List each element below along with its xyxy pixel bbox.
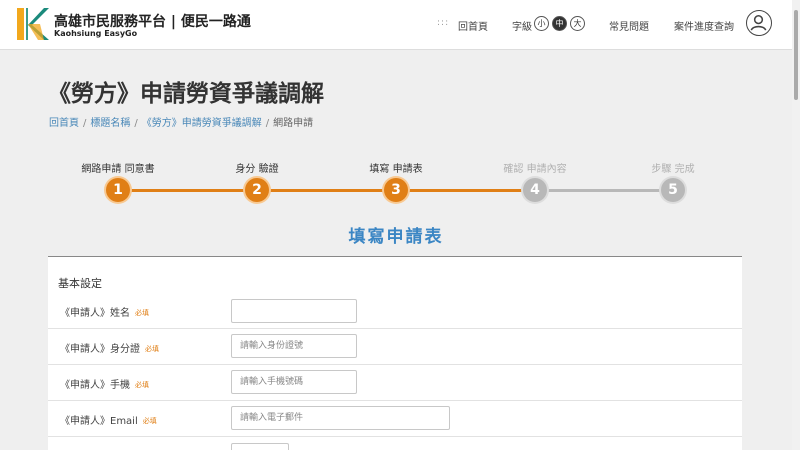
application-form: 基本設定 《申請人》姓名必填 《申請人》身分證必填 《申請人》手機必填 《申請人… [48, 256, 742, 450]
step-4-label: 確認 申請內容 [503, 164, 567, 175]
applicant-email-input[interactable] [231, 406, 450, 430]
required-badge: 必填 [135, 309, 149, 317]
field-label-phone: 《申請人》手機 必填 [60, 376, 149, 391]
field-label-id: 《申請人》身分證 必填 [60, 340, 159, 355]
step-4-circle: 4 [523, 178, 547, 202]
breadcrumb: 回首頁 / 標題名稱 / 《勞方》申請勞資爭議調解 / 網路申請 [49, 114, 313, 129]
font-size-label: 字級 [512, 22, 532, 33]
field-label-text: 《申請人》Email [60, 416, 138, 427]
next-field-input[interactable] [231, 443, 289, 450]
breadcrumb-current: 網路申請 [273, 118, 314, 129]
form-row-name: 《申請人》姓名 必填 [48, 293, 742, 329]
progress-stepper: 網路申請 同意書 1 身分 驗證 2 填寫 申請表 3 確認 申請內容 4 步驟… [0, 150, 792, 210]
step-3-circle: 3 [384, 178, 408, 202]
applicant-id-input[interactable] [231, 334, 357, 358]
field-label-text: 《申請人》身分證 [60, 344, 140, 355]
breadcrumb-home[interactable]: 回首頁 [49, 118, 79, 129]
step-2-label: 身分 驗證 [235, 164, 279, 175]
faq-link[interactable]: 常見問題 [609, 18, 649, 33]
field-label-text: 《申請人》姓名 [60, 308, 130, 319]
step-5-circle: 5 [661, 178, 685, 202]
breadcrumb-separator: / [83, 118, 87, 129]
required-badge: 必填 [135, 381, 149, 389]
step-1-circle: 1 [106, 178, 130, 202]
form-row-id: 《申請人》身分證 必填 [48, 329, 742, 365]
user-account-button[interactable] [746, 10, 772, 36]
stepper-line-pending [535, 189, 673, 192]
field-label-name: 《申請人》姓名 必填 [60, 304, 149, 319]
step-2-circle: 2 [245, 178, 269, 202]
font-size-small-button[interactable]: 小 [534, 16, 549, 31]
menu-dots-icon[interactable]: ::: [437, 18, 449, 28]
required-badge: 必填 [145, 345, 159, 353]
step-1-label: 網路申請 同意書 [81, 164, 155, 175]
font-size-medium-button[interactable]: 中 [552, 16, 567, 31]
required-badge: 必填 [142, 417, 157, 425]
site-header: 高雄市民服務平台 | 便民一路通 Kaohsiung EasyGo ::: 回首… [0, 0, 792, 50]
user-icon [750, 15, 767, 31]
breadcrumb-separator: / [265, 118, 270, 129]
field-label-text: 《申請人》手機 [60, 380, 130, 391]
breadcrumb-category[interactable]: 標題名稱 [90, 118, 130, 129]
page-title: 《勞方》申請勞資爭議調解 [48, 81, 324, 107]
field-label-email: 《申請人》Email 必填 [60, 412, 157, 427]
brand-subtitle: Kaohsiung EasyGo [54, 29, 138, 38]
breadcrumb-separator: / [134, 118, 138, 129]
section-title-basic: 基本設定 [58, 277, 102, 290]
applicant-phone-input[interactable] [231, 370, 357, 394]
brand-title[interactable]: 高雄市民服務平台 | 便民一路通 [54, 11, 251, 31]
page-scrollbar[interactable] [792, 0, 800, 450]
breadcrumb-service[interactable]: 《勞方》申請勞資爭議調解 [142, 118, 262, 129]
step-3-label: 填寫 申請表 [369, 164, 423, 175]
font-size-large-button[interactable]: 大 [570, 16, 585, 31]
kaohsiung-k-logo[interactable] [14, 6, 50, 42]
form-row-email: 《申請人》Email 必填 [48, 401, 742, 437]
applicant-name-input[interactable] [231, 299, 357, 323]
stepper-line-complete [118, 189, 535, 192]
scrollbar-thumb[interactable] [794, 10, 798, 100]
form-row-phone: 《申請人》手機 必填 [48, 365, 742, 401]
home-link[interactable]: 回首頁 [458, 18, 488, 33]
form-title: 填寫申請表 [348, 227, 444, 247]
case-query-link[interactable]: 案件進度查詢 [674, 18, 734, 33]
step-5-label: 步驟 完成 [651, 164, 695, 175]
